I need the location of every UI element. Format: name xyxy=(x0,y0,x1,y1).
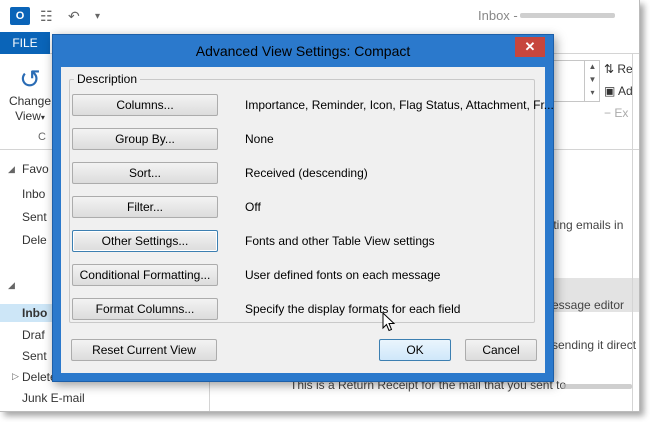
group-by-button[interactable]: Group By... xyxy=(72,128,218,150)
ok-button[interactable]: OK xyxy=(379,339,451,361)
send-receive-icon[interactable]: ☷ xyxy=(40,8,53,25)
change-view-label-2: View xyxy=(15,109,41,123)
close-button[interactable]: ✕ xyxy=(515,37,545,57)
dialog-title: Advanced View Settings: Compact xyxy=(195,43,411,59)
filter-button[interactable]: Filter... xyxy=(72,196,218,218)
folder-sent[interactable]: Sent xyxy=(22,349,47,363)
favorites-header[interactable]: Favo xyxy=(22,162,49,176)
title-bar: O ☷ ↶ ▾ Inbox - xyxy=(0,0,639,32)
undo-icon[interactable]: ↶ xyxy=(68,8,80,25)
reverse-sort-button[interactable]: ⇅ Re xyxy=(604,62,633,76)
message-snippet[interactable]: message editor xyxy=(542,298,624,312)
description-group-label: Description xyxy=(74,72,141,86)
expand-collapse-button[interactable]: − Ex xyxy=(604,106,628,120)
expand-folder-icon[interactable]: ▷ xyxy=(12,371,19,382)
add-column-icon: ▣ xyxy=(604,84,619,98)
reset-current-view-button[interactable]: Reset Current View xyxy=(71,339,217,361)
conditional-formatting-button[interactable]: Conditional Formatting... xyxy=(72,264,218,286)
columns-button[interactable]: Columns... xyxy=(72,94,218,116)
mouse-cursor-icon xyxy=(382,312,396,332)
filter-description: Off xyxy=(245,200,261,214)
sort-button[interactable]: Sort... xyxy=(72,162,218,184)
add-columns-button[interactable]: ▣ Ad xyxy=(604,84,633,98)
collapse-favorites-icon[interactable]: ◢ xyxy=(8,164,15,175)
other-settings-description: Fonts and other Table View settings xyxy=(245,234,435,248)
expand-icon: − xyxy=(604,106,615,120)
close-icon: ✕ xyxy=(524,39,536,54)
sort-icon: ⇅ xyxy=(604,62,618,76)
sort-description: Received (descending) xyxy=(245,166,368,180)
favorite-inbox[interactable]: Inbo xyxy=(22,187,45,201)
folder-junk-email[interactable]: Junk E-mail xyxy=(22,391,85,405)
change-view-icon: ↺ xyxy=(19,64,41,94)
redacted-address xyxy=(562,384,632,389)
columns-description: Importance, Reminder, Icon, Flag Status,… xyxy=(245,98,554,112)
ribbon-group-label: C xyxy=(38,131,46,143)
collapse-account-icon[interactable]: ◢ xyxy=(8,280,15,291)
customize-qat-icon[interactable]: ▾ xyxy=(95,11,100,22)
group-by-description: None xyxy=(245,132,274,146)
folder-inbox[interactable]: Inbo xyxy=(22,306,47,320)
outlook-app-icon[interactable]: O xyxy=(10,7,30,25)
format-columns-description: Specify the display formats for each fie… xyxy=(245,302,461,316)
message-snippet[interactable]: sending it direct xyxy=(552,338,636,352)
folder-drafts[interactable]: Draf xyxy=(22,328,45,342)
advanced-view-settings-dialog: Advanced View Settings: Compact ✕ Descri… xyxy=(52,34,554,382)
change-view-label-1: Change xyxy=(8,94,52,108)
conditional-formatting-description: User defined fonts on each message xyxy=(245,268,441,282)
dropdown-arrow-icon: ▾ xyxy=(40,113,45,122)
ribbon-gallery-scroll[interactable]: ▲ ▼ ▾ xyxy=(584,60,600,102)
dialog-body: Description Columns... Importance, Remin… xyxy=(61,67,554,373)
favorite-deleted[interactable]: Dele xyxy=(22,233,47,247)
favorite-sent[interactable]: Sent xyxy=(22,210,47,224)
window-title-redacted xyxy=(520,13,615,18)
description-group: Description Columns... Importance, Remin… xyxy=(69,72,554,323)
pane-divider xyxy=(632,54,633,411)
tab-file[interactable]: FILE xyxy=(0,32,50,54)
other-settings-button[interactable]: Other Settings... xyxy=(72,230,218,252)
format-columns-button[interactable]: Format Columns... xyxy=(72,298,218,320)
cancel-button[interactable]: Cancel xyxy=(465,339,537,361)
window-title: Inbox - xyxy=(478,8,518,23)
change-view-button[interactable]: ↺ Change View▾ xyxy=(6,64,54,125)
